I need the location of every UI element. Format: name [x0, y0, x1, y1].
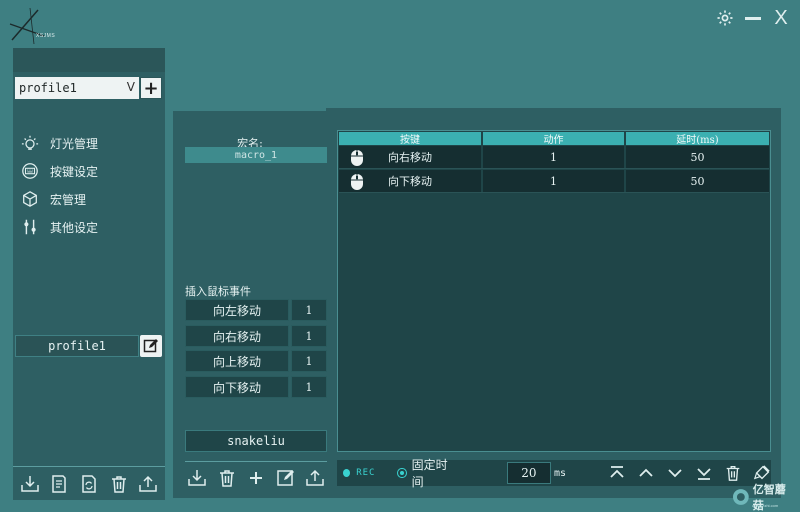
mouse-event-row: 向上移动 1: [185, 350, 327, 372]
table-header: 按键 动作 延时(ms): [339, 132, 769, 146]
trash-icon[interactable]: [109, 474, 129, 494]
table-cell-delay: 50: [690, 174, 705, 188]
sidebar: profile1 V + 灯光管理 按键设定 宏管理 其他设定 profile1: [13, 48, 165, 500]
logo-text: XSJMS: [36, 33, 56, 39]
plus-icon[interactable]: [246, 468, 266, 488]
clear-icon[interactable]: [753, 464, 771, 482]
profile-select[interactable]: profile1 V: [15, 77, 139, 99]
chevron-down-icon: V: [126, 80, 135, 94]
export-icon[interactable]: [305, 468, 325, 488]
move-top-icon[interactable]: [608, 464, 626, 482]
add-profile-button[interactable]: +: [140, 77, 162, 99]
export-icon[interactable]: [138, 474, 158, 494]
import-icon[interactable]: [187, 468, 207, 488]
panel-tab-indicator: [173, 108, 326, 111]
move-right-count[interactable]: 1: [291, 325, 327, 347]
rec-button[interactable]: REC: [356, 468, 375, 478]
move-left-button[interactable]: 向左移动: [185, 299, 289, 321]
notes-icon[interactable]: [49, 474, 69, 494]
user-name-field[interactable]: snakeliu: [185, 430, 327, 452]
refresh-file-icon[interactable]: [79, 474, 99, 494]
move-up-count[interactable]: 1: [291, 350, 327, 372]
table-cell-key: 向下移动: [339, 170, 483, 192]
move-right-button[interactable]: 向右移动: [185, 325, 289, 347]
fixed-time-radio[interactable]: [397, 468, 407, 478]
watermark-logo-icon: [732, 489, 749, 505]
import-icon[interactable]: [20, 474, 40, 494]
sidebar-toolbar: [13, 466, 165, 500]
table-cell-action: 1: [483, 146, 626, 168]
move-up-button[interactable]: 向上移动: [185, 350, 289, 372]
macro-panel: 宏名: macro_1 插入鼠标事件 向左移动 1 向右移动 1 向上移动 1 …: [173, 108, 781, 498]
rec-indicator-dot: [343, 469, 351, 477]
mouse-icon: [351, 174, 363, 190]
trash-icon[interactable]: [724, 464, 742, 482]
sidebar-header-strip: [13, 48, 165, 72]
sidebar-item-label: 灯光管理: [50, 136, 99, 151]
delay-unit-label: ms: [553, 467, 566, 479]
move-left-count[interactable]: 1: [291, 299, 327, 321]
move-bottom-icon[interactable]: [695, 464, 713, 482]
sidebar-item-macros[interactable]: 宏管理: [21, 188, 161, 210]
profile-select-value: profile1: [19, 81, 77, 95]
column-header-action: 动作: [483, 132, 626, 146]
profile-name-field[interactable]: profile1: [15, 335, 139, 357]
move-down-icon[interactable]: [666, 464, 684, 482]
sidebar-item-label: 按键设定: [50, 164, 99, 179]
minus-icon: [745, 17, 761, 20]
fixed-time-label: 固定时间: [411, 458, 448, 489]
table-cell-action: 1: [483, 170, 626, 192]
delay-input[interactable]: [506, 462, 551, 484]
sidebar-item-keys[interactable]: 按键设定: [21, 160, 161, 182]
gear-icon: [717, 10, 733, 26]
trash-icon[interactable]: [217, 468, 237, 488]
macro-toolbar: [185, 461, 327, 489]
sidebar-item-lighting[interactable]: 灯光管理: [21, 132, 161, 154]
column-header-key: 按键: [339, 132, 483, 146]
sidebar-item-other[interactable]: 其他设定: [21, 216, 161, 238]
table-cell-delay: 50: [690, 150, 705, 164]
sidebar-item-label: 其他设定: [50, 220, 99, 235]
row-key-label: 向下移动: [388, 175, 432, 188]
move-up-icon[interactable]: [637, 464, 655, 482]
row-move-tools: [608, 464, 771, 482]
settings-button[interactable]: [714, 7, 736, 29]
recording-toolbar: REC 固定时间 ms: [337, 458, 771, 489]
table-row[interactable]: 向右移动 1 50: [339, 146, 769, 169]
macro-event-table: 按键 动作 延时(ms) 向右移动 1 50 向下移动 1 50: [337, 130, 771, 452]
sliders-icon: [24, 219, 36, 235]
move-down-button[interactable]: 向下移动: [185, 376, 289, 398]
cube-icon: [23, 191, 37, 207]
edit-icon[interactable]: [276, 468, 296, 488]
mouse-icon: [351, 150, 363, 166]
column-header-delay: 延时(ms): [626, 132, 769, 146]
close-button[interactable]: X: [770, 7, 792, 29]
mouse-event-row: 向右移动 1: [185, 325, 327, 347]
sidebar-item-label: 宏管理: [50, 192, 87, 207]
mouse-event-row: 向下移动 1: [185, 376, 327, 398]
move-down-count[interactable]: 1: [291, 376, 327, 398]
table-row[interactable]: 向下移动 1 50: [339, 170, 769, 193]
mouse-event-row: 向左移动 1: [185, 299, 327, 321]
macro-name-item[interactable]: macro_1: [185, 147, 327, 163]
edit-icon: [143, 339, 158, 353]
light-bulb-icon: [21, 135, 39, 150]
minimize-button[interactable]: [742, 7, 764, 29]
insert-mouse-event-title: 插入鼠标事件: [185, 285, 251, 298]
watermark-url: www.yizhi.com: [752, 503, 779, 508]
table-cell-key: 向右移动: [339, 146, 483, 168]
row-key-label: 向右移动: [388, 151, 432, 164]
edit-profile-button[interactable]: [140, 335, 162, 357]
keyboard-icon: [22, 163, 38, 179]
